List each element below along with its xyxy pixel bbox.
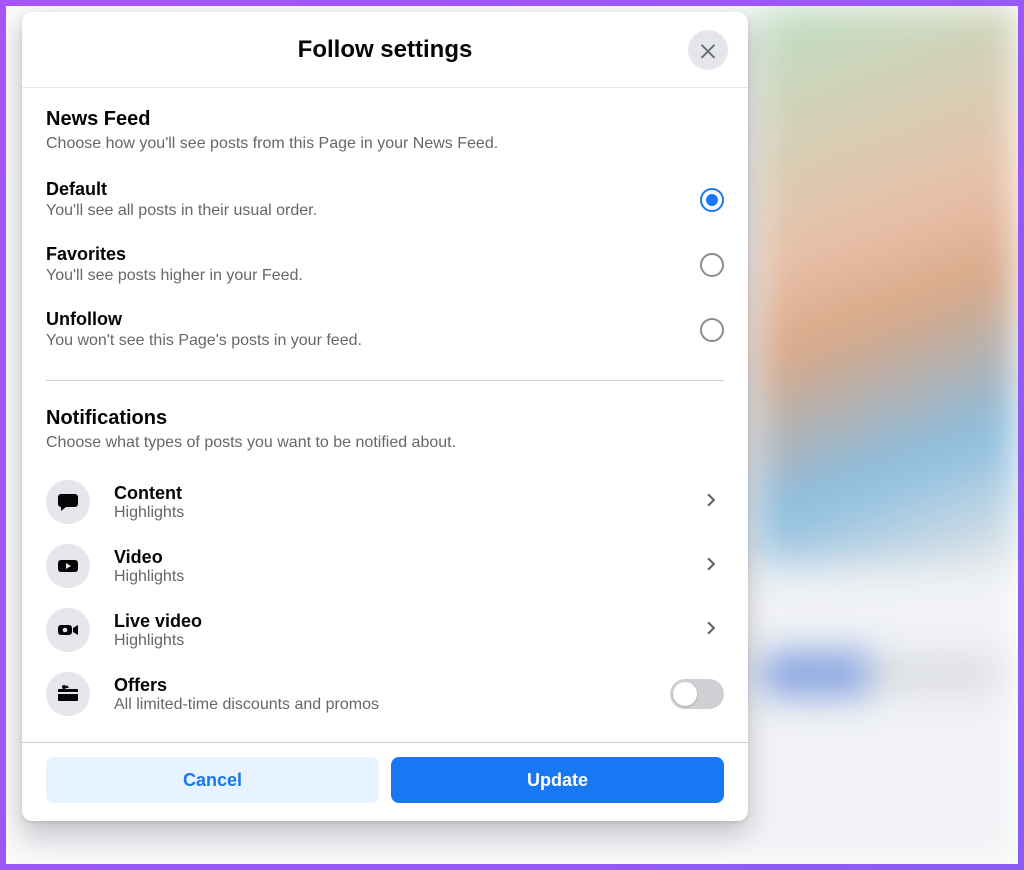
check-icon <box>887 666 903 682</box>
notifications-title: Notifications <box>46 407 724 430</box>
notifications-section: Notifications Choose what types of posts… <box>46 387 724 734</box>
notifications-desc: Choose what types of posts you want to b… <box>46 434 724 452</box>
notification-title: Video <box>114 547 698 568</box>
news-feed-title: News Feed <box>46 108 724 131</box>
notification-desc: All limited-time discounts and promos <box>114 696 670 714</box>
radio-title: Unfollow <box>46 309 362 330</box>
modal-header: Follow settings <box>22 12 748 88</box>
radio-desc: You won't see this Page's posts in your … <box>46 332 362 350</box>
notification-row-video[interactable]: Video Highlights <box>46 534 724 598</box>
news-feed-section: News Feed Choose how you'll see posts fr… <box>46 88 724 374</box>
offers-icon <box>46 672 90 716</box>
section-divider <box>46 380 724 381</box>
live-video-icon <box>46 608 90 652</box>
close-button[interactable] <box>688 30 728 70</box>
radio-option-default[interactable]: Default You'll see all posts in their us… <box>46 171 724 236</box>
modal-title: Follow settings <box>298 36 473 64</box>
notification-row-offers[interactable]: Offers All limited-time discounts and pr… <box>46 662 724 726</box>
following-button[interactable]: Following <box>869 654 1008 694</box>
radio-option-favorites[interactable]: Favorites You'll see posts higher in you… <box>46 236 724 301</box>
chevron-right-icon <box>698 615 724 646</box>
cancel-button[interactable]: Cancel <box>46 757 379 803</box>
close-icon <box>697 39 719 61</box>
follow-settings-modal: Follow settings News Feed Choose how you… <box>22 12 748 821</box>
notification-row-content[interactable]: Content Highlights <box>46 470 724 534</box>
notification-desc: Highlights <box>114 632 698 650</box>
chevron-right-icon <box>698 487 724 518</box>
modal-footer: Cancel Update <box>22 742 748 803</box>
notification-desc: Highlights <box>114 568 698 586</box>
notification-row-live-video[interactable]: Live video Highlights <box>46 598 724 662</box>
radio-desc: You'll see all posts in their usual orde… <box>46 202 317 220</box>
radio-indicator <box>700 318 724 342</box>
content-icon <box>46 480 90 524</box>
chevron-right-icon <box>698 551 724 582</box>
radio-indicator <box>700 188 724 212</box>
news-feed-desc: Choose how you'll see posts from this Pa… <box>46 135 724 153</box>
notification-title: Content <box>114 483 698 504</box>
video-icon <box>46 544 90 588</box>
notification-title: Live video <box>114 611 698 632</box>
radio-title: Favorites <box>46 244 303 265</box>
radio-desc: You'll see posts higher in your Feed. <box>46 267 303 285</box>
notification-title: Offers <box>114 675 670 696</box>
following-button-label: Following <box>911 664 990 684</box>
radio-option-unfollow[interactable]: Unfollow You won't see this Page's posts… <box>46 301 724 366</box>
radio-title: Default <box>46 179 317 200</box>
update-button[interactable]: Update <box>391 757 724 803</box>
notification-desc: Highlights <box>114 504 698 522</box>
radio-indicator <box>700 253 724 277</box>
offers-toggle[interactable] <box>670 679 724 709</box>
